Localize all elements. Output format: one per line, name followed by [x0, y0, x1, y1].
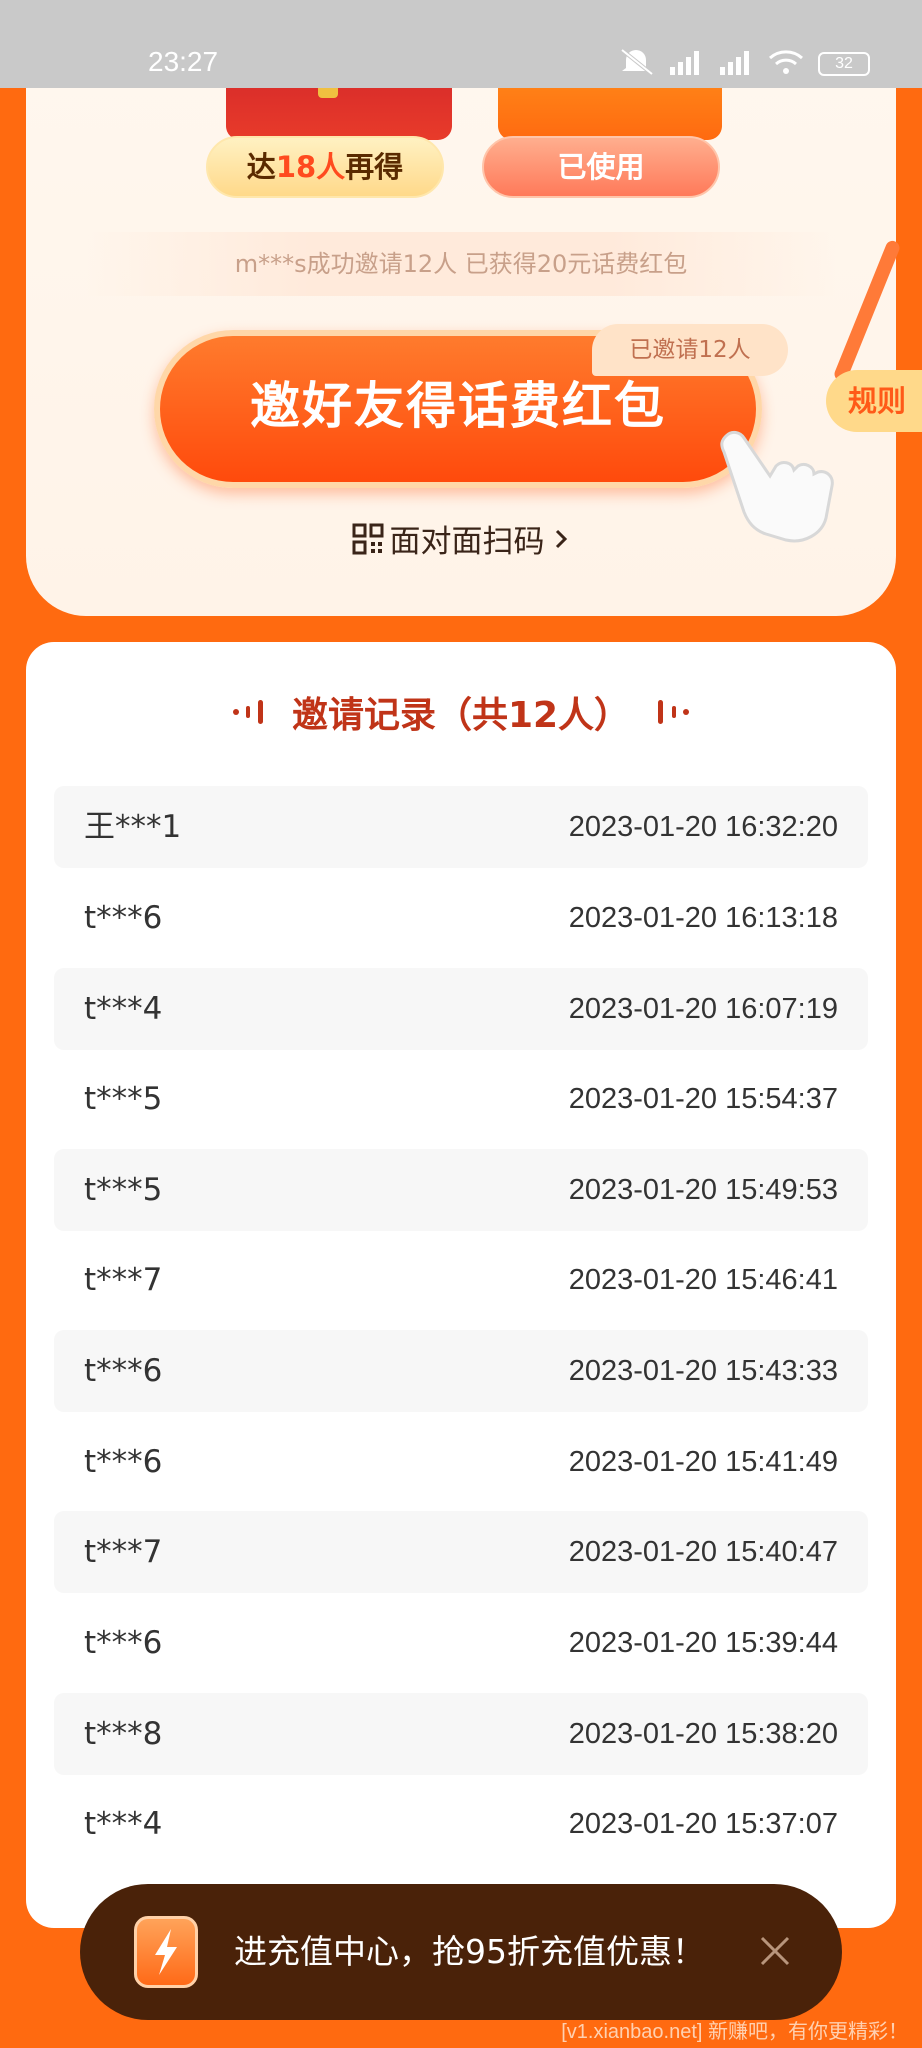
- record-row: t***6 2023-01-20 15:43:33: [54, 1330, 868, 1412]
- record-row: t***5 2023-01-20 15:54:37: [54, 1058, 868, 1140]
- records-title: 邀请记录（共12人）: [26, 686, 896, 738]
- record-time: 2023-01-20 15:46:41: [568, 1264, 838, 1296]
- face-to-face-label: 面对面扫码: [389, 524, 545, 560]
- signal-icon: [668, 49, 704, 79]
- reach-suffix: 再得: [345, 150, 404, 184]
- record-time: 2023-01-20 16:13:18: [568, 902, 838, 934]
- record-time: 2023-01-20 15:40:47: [568, 1536, 838, 1568]
- record-time: 2023-01-20 16:32:20: [568, 811, 838, 843]
- record-name: t***6: [84, 900, 163, 936]
- mute-icon: [620, 48, 654, 80]
- record-row: t***6 2023-01-20 16:13:18: [54, 877, 868, 959]
- records-title-text: 邀请记录（共12人）: [291, 695, 631, 736]
- record-row: t***6 2023-01-20 15:41:49: [54, 1421, 868, 1503]
- invited-count-tag: 已邀请12人: [592, 324, 788, 376]
- signal-icon-2: [718, 49, 754, 79]
- record-time: 2023-01-20 15:37:07: [568, 1808, 838, 1840]
- record-time: 2023-01-20 16:07:19: [568, 993, 838, 1025]
- record-time: 2023-01-20 15:41:49: [568, 1446, 838, 1478]
- record-row: t***6 2023-01-20 15:39:44: [54, 1602, 868, 1684]
- record-time: 2023-01-20 15:38:20: [568, 1718, 838, 1750]
- tip-text: m***s成功邀请12人 已获得20元话费红包: [234, 250, 688, 278]
- status-time: 23:27: [148, 46, 219, 77]
- reach-target-pill[interactable]: 达18人再得: [206, 136, 444, 198]
- title-deco-right-icon: [658, 700, 690, 724]
- record-time: 2023-01-20 15:49:53: [568, 1174, 838, 1206]
- wifi-icon: [768, 49, 804, 79]
- record-row: t***7 2023-01-20 15:46:41: [54, 1239, 868, 1321]
- title-deco-left-icon: [232, 700, 263, 724]
- record-name: t***5: [84, 1172, 163, 1208]
- invited-count-label: 已邀请12人: [629, 337, 751, 363]
- used-pill[interactable]: 已使用: [482, 136, 720, 198]
- invite-records-panel: 邀请记录（共12人） 王***1 2023-01-20 16:32:20 t**…: [26, 642, 896, 1928]
- top-card: 达18人再得 已使用 m***s成功邀请12人 已获得20元话费红包 邀好友得话…: [26, 60, 896, 616]
- record-name: t***8: [84, 1716, 163, 1752]
- invite-button-label: 邀好友得话费红包: [250, 377, 666, 435]
- record-row: 王***1 2023-01-20 16:32:20: [54, 786, 868, 868]
- record-name: t***7: [84, 1262, 163, 1298]
- record-row: t***4 2023-01-20 16:07:19: [54, 968, 868, 1050]
- tip-bar: m***s成功邀请12人 已获得20元话费红包: [86, 232, 836, 296]
- reach-number: 18人: [275, 150, 346, 184]
- toast-text: 进充值中心，抢95折充值优惠！: [234, 1932, 705, 1971]
- rules-tab[interactable]: 规则: [826, 370, 922, 432]
- lightning-phone-icon: [134, 1916, 198, 1988]
- used-label: 已使用: [557, 150, 645, 184]
- record-name: t***7: [84, 1534, 163, 1570]
- battery-icon: 32: [818, 52, 870, 76]
- face-to-face-scan-link[interactable]: 面对面扫码: [26, 516, 896, 561]
- record-name: t***4: [84, 991, 163, 1027]
- record-name: t***4: [84, 1806, 163, 1842]
- qr-code-icon: [352, 523, 383, 554]
- reach-prefix: 达: [246, 150, 276, 184]
- record-row: t***5 2023-01-20 15:49:53: [54, 1149, 868, 1231]
- record-row: t***4 2023-01-20 15:37:07: [54, 1783, 868, 1865]
- record-row: t***8 2023-01-20 15:38:20: [54, 1693, 868, 1775]
- record-name: t***6: [84, 1625, 163, 1661]
- watermark: [v1.xianbao.net] 新赚吧，有你更精彩！: [561, 2021, 908, 2043]
- record-time: 2023-01-20 15:43:33: [568, 1355, 838, 1387]
- record-row: t***7 2023-01-20 15:40:47: [54, 1511, 868, 1593]
- record-time: 2023-01-20 15:39:44: [568, 1627, 838, 1659]
- record-name: t***6: [84, 1444, 163, 1480]
- recharge-center-toast[interactable]: 进充值中心，抢95折充值优惠！: [80, 1884, 842, 2020]
- status-bar: 23:27 32: [0, 0, 922, 88]
- close-icon[interactable]: [758, 1934, 792, 1968]
- record-name: t***5: [84, 1081, 163, 1117]
- record-time: 2023-01-20 15:54:37: [568, 1083, 838, 1115]
- record-name: 王***1: [84, 809, 182, 845]
- rules-label: 规则: [848, 384, 907, 418]
- status-icons: 32: [620, 48, 870, 80]
- chevron-right-icon: [555, 529, 567, 548]
- record-name: t***6: [84, 1353, 163, 1389]
